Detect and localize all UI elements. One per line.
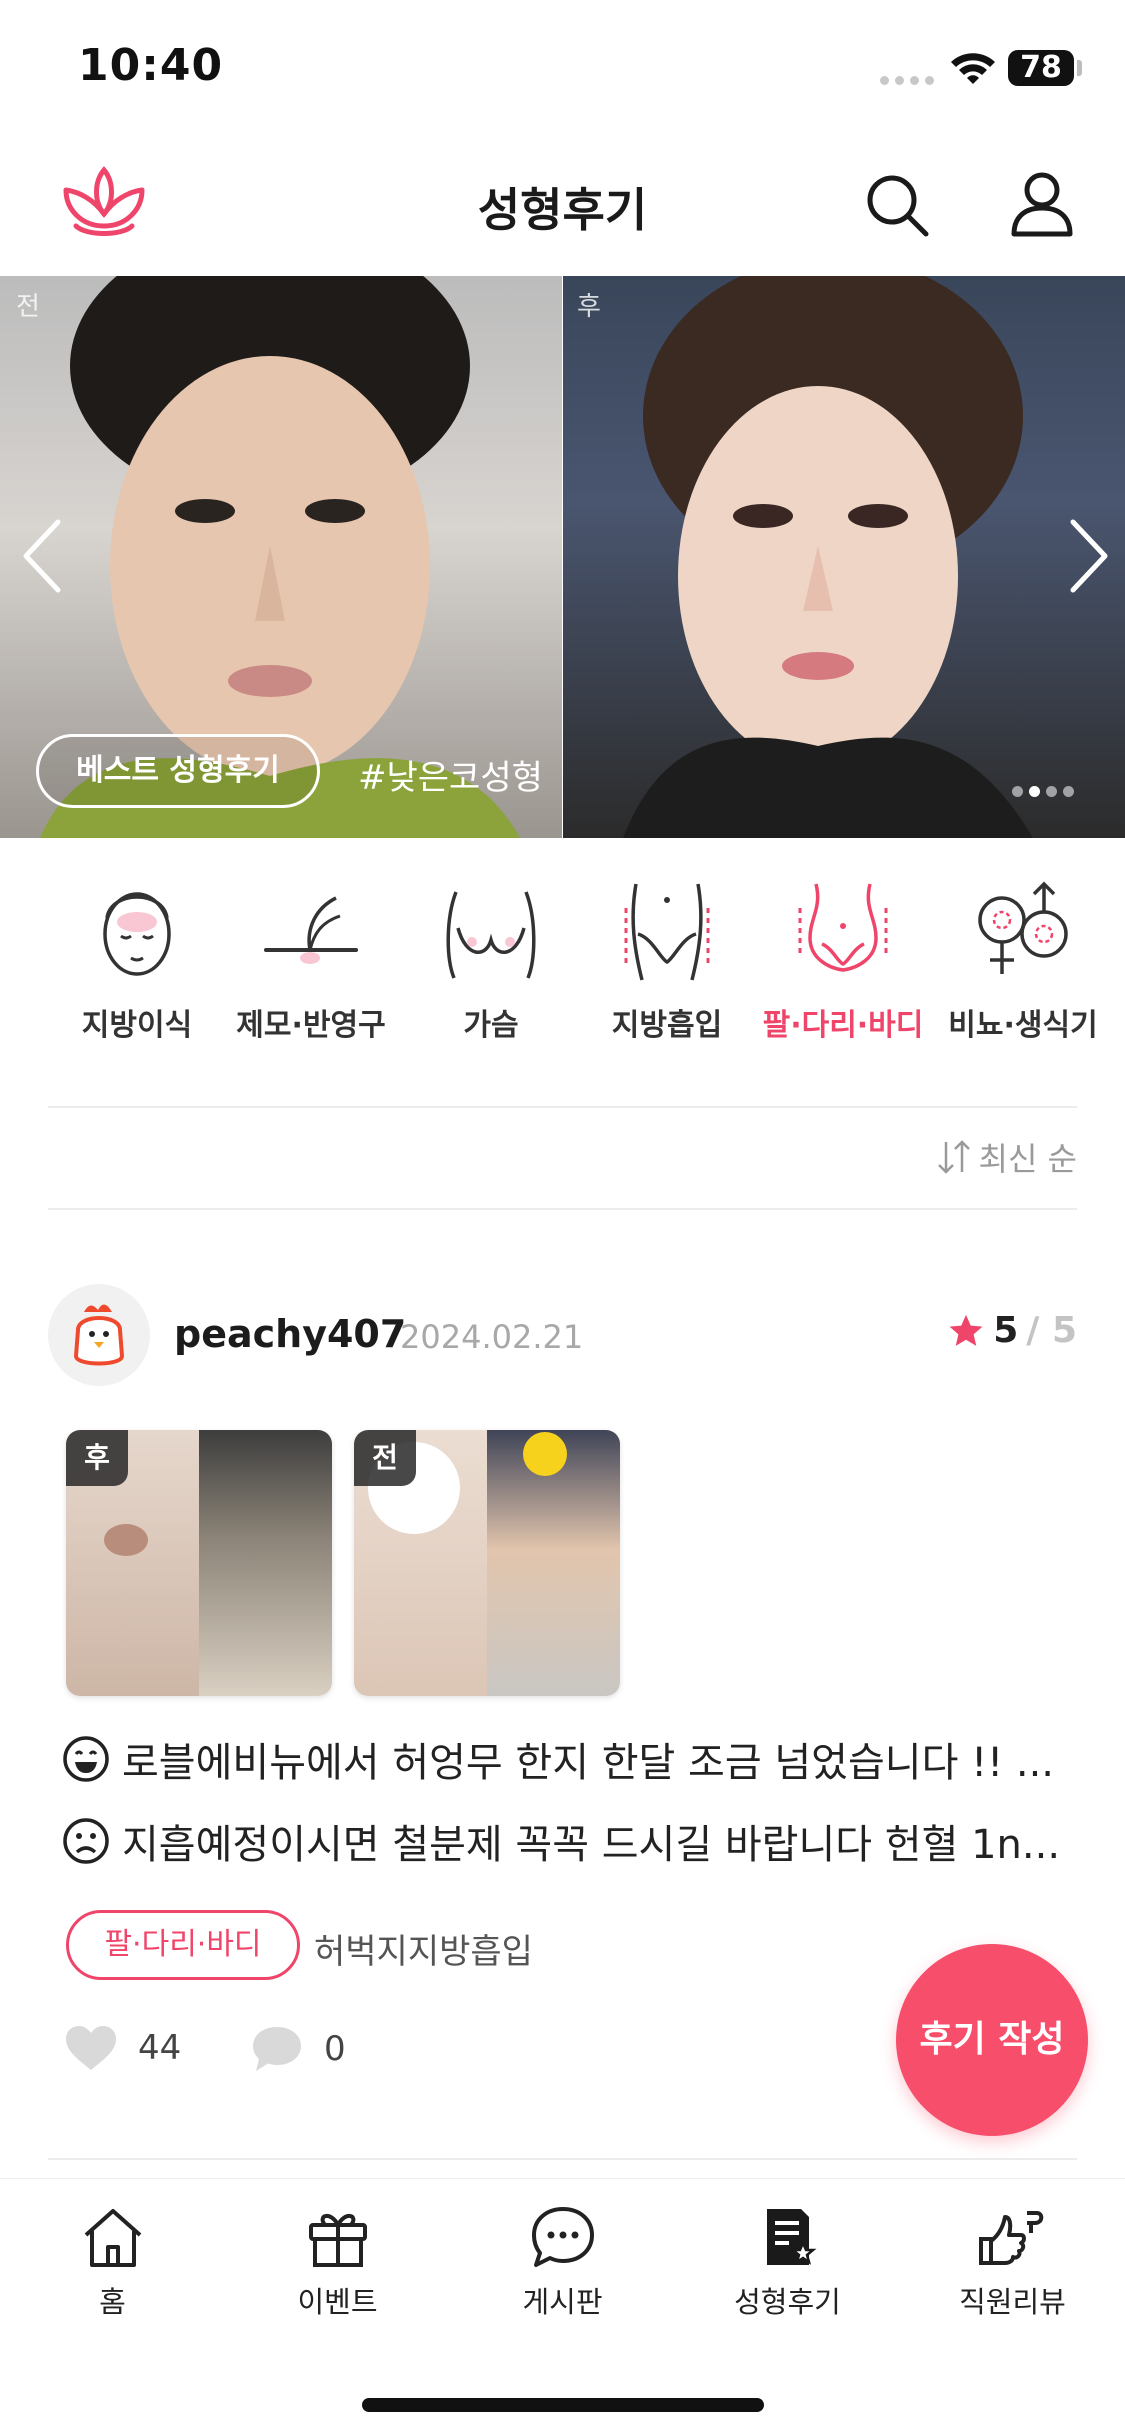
happy-face-icon xyxy=(63,1736,109,1782)
thumb-tag: 후 xyxy=(66,1430,128,1486)
gift-icon xyxy=(308,2214,367,2267)
after-face-illustration xyxy=(623,276,1033,838)
category-label: 제모·반영구 xyxy=(236,1008,386,1043)
category-fat-graft[interactable]: 지방이식 xyxy=(48,860,226,1044)
chick-avatar-icon xyxy=(73,1304,125,1366)
tab-events[interactable]: 이벤트 xyxy=(225,2205,450,2321)
gender-icon xyxy=(978,881,1068,974)
rating-max: / 5 xyxy=(1026,1310,1077,1351)
banner-prev-arrow-icon[interactable] xyxy=(18,516,68,596)
review-thumbnail-after[interactable]: 후 xyxy=(66,1430,332,1696)
category-label: 비뇨·생식기 xyxy=(948,1008,1098,1043)
app-header: 성형후기 xyxy=(0,130,1125,276)
before-photo: 전 베스트 성형후기 #낮은코성형 xyxy=(0,276,562,838)
review-positive-text: 로블에비뉴에서 허엉무 한지 한달 조금 넘었습니다 !! ... xyxy=(122,1740,1055,1786)
after-photo: 후 xyxy=(563,276,1125,838)
review-negative[interactable]: 지흡예정이시면 철분제 꼭꼭 드시길 바랍니다 헌혈 1n... xyxy=(62,1812,1072,1870)
category-arm-leg-body[interactable]: 팔·다리·바디 xyxy=(754,860,932,1044)
pager-dot xyxy=(1046,786,1057,797)
rating-score: 5 xyxy=(993,1310,1019,1351)
category-label: 팔·다리·바디 xyxy=(762,1008,924,1043)
tab-reviews[interactable]: 성형후기 xyxy=(675,2205,900,2321)
status-bar: 10:40 78 xyxy=(0,0,1125,130)
tab-label: 게시판 xyxy=(522,2285,603,2319)
review-procedure: 허벅지지방흡입 xyxy=(314,1932,533,1972)
banner-pager xyxy=(1012,786,1074,797)
thumb-photo-right xyxy=(199,1430,332,1696)
thumb-sticker-image xyxy=(523,1432,567,1476)
tab-staff-review[interactable]: 직원리뷰 xyxy=(900,2205,1125,2321)
battery-indicator: 78 xyxy=(1008,50,1074,86)
write-review-button[interactable]: 후기 작성 xyxy=(896,1944,1088,2136)
category-label: 가슴 xyxy=(463,1008,519,1043)
category-liposuction[interactable]: 지방흡입 xyxy=(578,860,756,1044)
heart-icon xyxy=(66,2026,116,2070)
sort-label: 최신 순 xyxy=(978,1140,1078,1178)
avatar[interactable] xyxy=(48,1284,150,1386)
before-label: 전 xyxy=(16,292,40,322)
comment-bubble-icon xyxy=(253,2027,301,2071)
chat-icon xyxy=(531,2207,594,2267)
category-urology[interactable]: 비뇨·생식기 xyxy=(934,860,1112,1044)
search-icon[interactable] xyxy=(862,170,932,240)
sad-face-icon xyxy=(63,1818,109,1864)
divider xyxy=(48,1208,1077,1210)
comment-count: 0 xyxy=(324,2029,346,2069)
sort-arrows-icon xyxy=(937,1140,970,1174)
divider xyxy=(48,2158,1077,2160)
like-button[interactable]: 44 xyxy=(64,2024,181,2072)
tab-label: 이벤트 xyxy=(297,2285,378,2319)
user-profile-icon[interactable] xyxy=(1006,168,1078,240)
pager-dot xyxy=(1029,786,1040,797)
battery-cap xyxy=(1077,60,1082,76)
status-time: 10:40 xyxy=(78,40,224,91)
hair-icon xyxy=(264,896,358,964)
category-hair-removal[interactable]: 제모·반영구 xyxy=(222,860,400,1044)
comment-button[interactable]: 0 xyxy=(250,2024,346,2074)
pager-dot xyxy=(1012,786,1023,797)
review-date: 2024.02.21 xyxy=(400,1318,584,1356)
review-negative-text: 지흡예정이시면 철분제 꼭꼭 드시길 바랍니다 헌혈 1n... xyxy=(122,1822,1061,1868)
best-review-badge[interactable]: 베스트 성형후기 xyxy=(36,734,320,808)
chest-icon xyxy=(446,891,536,979)
tab-label: 홈 xyxy=(99,2285,126,2319)
category-label: 지방이식 xyxy=(81,1008,193,1043)
thumb-tag: 전 xyxy=(354,1430,416,1486)
page-title: 성형후기 xyxy=(477,183,648,237)
like-count: 44 xyxy=(138,2028,182,2068)
category-scroller[interactable]: 지방이식 제모·반영구 가슴 지방흡입 팔·다리·바디 비뇨·생식기 xyxy=(0,860,1125,1070)
body-icon xyxy=(798,883,888,972)
thumb-icon xyxy=(978,2211,1043,2265)
after-label: 후 xyxy=(577,292,601,322)
sort-button[interactable]: 최신 순 xyxy=(937,1134,1078,1180)
face-icon xyxy=(103,892,171,976)
thumb-photo-right xyxy=(487,1430,620,1696)
pager-dot xyxy=(1063,786,1074,797)
banner-hashtag[interactable]: #낮은코성형 xyxy=(358,750,543,799)
best-review-banner[interactable]: 전 베스트 성형후기 #낮은코성형 후 xyxy=(0,276,1125,838)
star-icon xyxy=(949,1314,983,1346)
home-indicator xyxy=(362,2398,764,2412)
cellular-signal-icon xyxy=(880,76,934,86)
tab-label: 성형후기 xyxy=(734,2285,841,2319)
review-category-tag[interactable]: 팔·다리·바디 xyxy=(66,1910,300,1980)
review-rating: 5 / 5 xyxy=(947,1310,1077,1351)
banner-next-arrow-icon[interactable] xyxy=(1063,516,1113,596)
review-thumbnail-before[interactable]: 전 xyxy=(354,1430,620,1696)
wifi-icon xyxy=(951,53,995,84)
review-username[interactable]: peachy407 xyxy=(174,1312,406,1356)
tab-label: 직원리뷰 xyxy=(959,2285,1066,2319)
tab-board[interactable]: 게시판 xyxy=(450,2205,675,2321)
lower-body-icon xyxy=(624,883,710,981)
category-label: 지방흡입 xyxy=(611,1008,723,1043)
home-icon xyxy=(84,2209,141,2267)
review-doc-icon xyxy=(766,2209,816,2265)
review-positive[interactable]: 로블에비뉴에서 허엉무 한지 한달 조금 넘었습니다 !! ... xyxy=(62,1730,1072,1788)
tab-home[interactable]: 홈 xyxy=(0,2205,225,2321)
divider xyxy=(48,1106,1077,1108)
category-breast[interactable]: 가슴 xyxy=(402,860,580,1044)
